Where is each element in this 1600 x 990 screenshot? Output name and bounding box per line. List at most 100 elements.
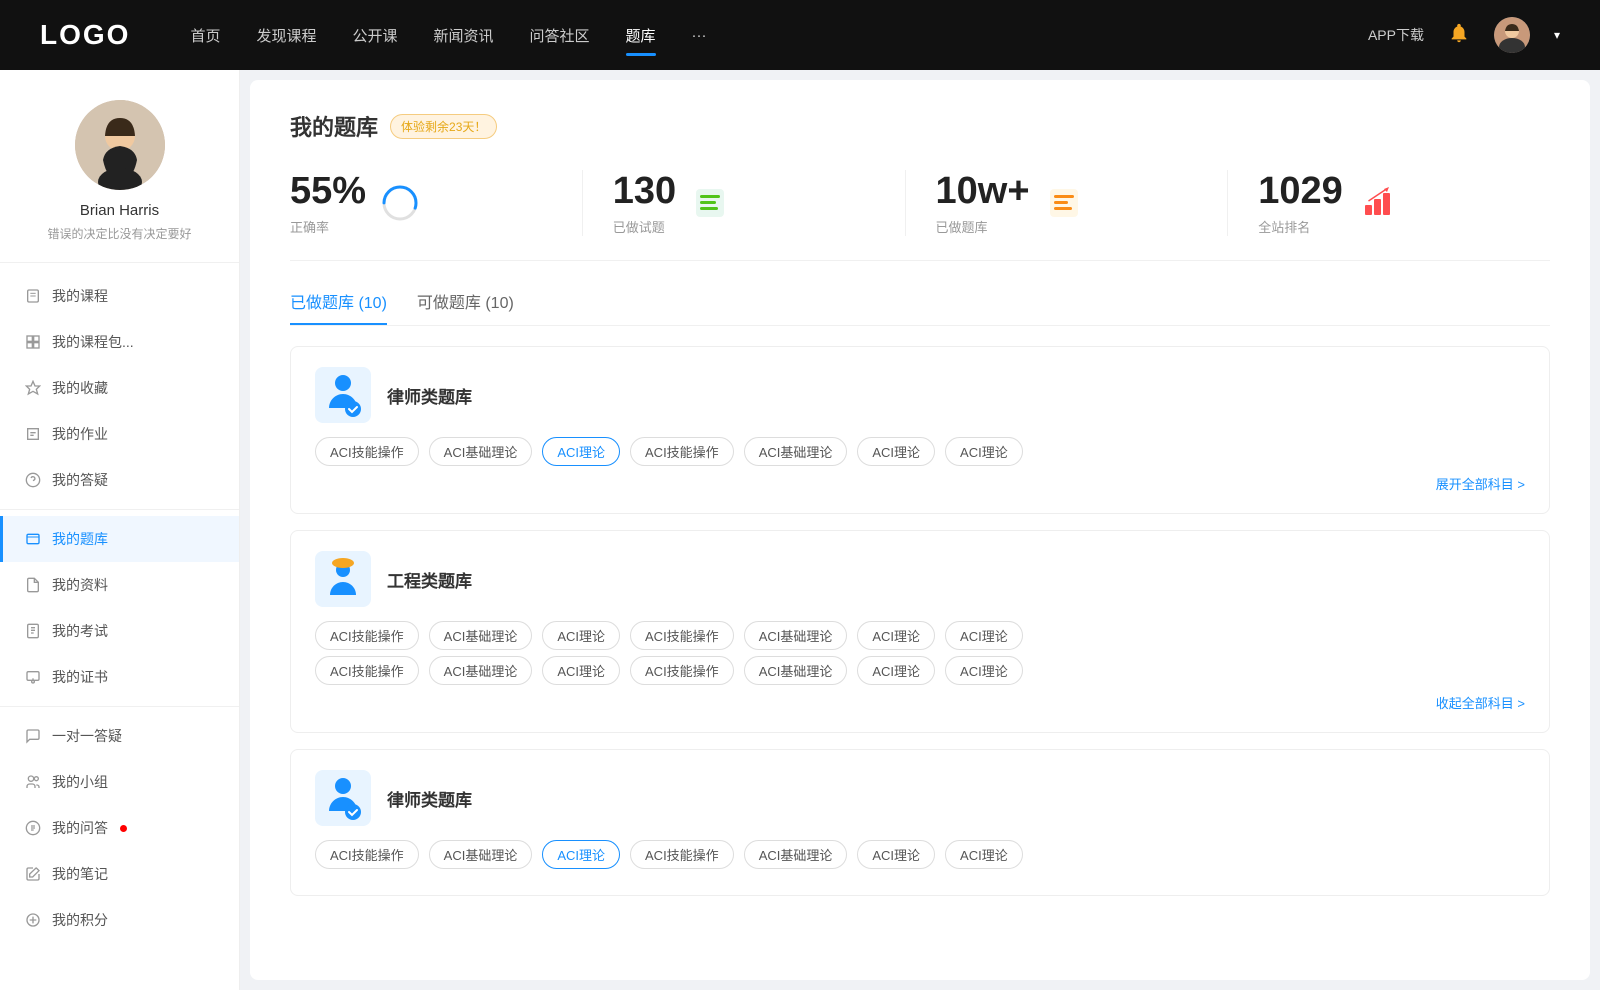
tag[interactable]: ACI理论 — [857, 437, 935, 466]
tag[interactable]: ACI理论 — [542, 656, 620, 685]
tag[interactable]: ACI技能操作 — [315, 656, 419, 685]
tag[interactable]: ACI理论 — [542, 621, 620, 650]
nav-news[interactable]: 新闻资讯 — [434, 21, 494, 50]
bank-card-engineer: 工程类题库 ACI技能操作 ACI基础理论 ACI理论 ACI技能操作 ACI基… — [290, 530, 1550, 733]
bank-tags-engineer-row2: ACI技能操作 ACI基础理论 ACI理论 ACI技能操作 ACI基础理论 AC… — [315, 656, 1525, 685]
menu-bank[interactable]: 我的题库 — [0, 516, 239, 562]
tag[interactable]: ACI理论 — [857, 621, 935, 650]
menu-favorites-label: 我的收藏 — [52, 378, 108, 398]
menu-materials[interactable]: 我的资料 — [0, 562, 239, 608]
stats-row: 55% 正确率 130 已做试题 — [290, 170, 1550, 261]
ranking-icon — [1357, 183, 1397, 223]
cert-icon — [24, 668, 42, 686]
tag[interactable]: ACI技能操作 — [315, 621, 419, 650]
tag-active[interactable]: ACI理论 — [542, 437, 620, 466]
menu-divider-2 — [0, 706, 239, 707]
tag[interactable]: ACI技能操作 — [630, 656, 734, 685]
tab-done[interactable]: 已做题库 (10) — [290, 289, 387, 325]
menu-package[interactable]: 我的课程包... — [0, 319, 239, 365]
menu-one-on-one[interactable]: 一对一答疑 — [0, 713, 239, 759]
banks-icon — [1044, 183, 1084, 223]
page-title: 我的题库 — [290, 110, 378, 142]
package-icon — [24, 333, 42, 351]
menu-notes-label: 我的笔记 — [52, 864, 108, 884]
notification-bell[interactable] — [1448, 22, 1470, 49]
tag[interactable]: ACI基础理论 — [744, 840, 848, 869]
sidebar: Brian Harris 错误的决定比没有决定要好 我的课程 我的课程包... — [0, 70, 240, 990]
tag[interactable]: ACI基础理论 — [429, 840, 533, 869]
tag[interactable]: ACI基础理论 — [429, 621, 533, 650]
tag[interactable]: ACI理论 — [945, 437, 1023, 466]
star-icon — [24, 379, 42, 397]
logo: LOGO — [40, 19, 130, 51]
stat-banks: 10w+ 已做题库 — [906, 170, 1229, 236]
tag[interactable]: ACI基础理论 — [429, 437, 533, 466]
engineer-bank-icon — [315, 551, 371, 607]
menu-course[interactable]: 我的课程 — [0, 273, 239, 319]
tag-active[interactable]: ACI理论 — [542, 840, 620, 869]
menu-qa-mine[interactable]: 我的答疑 — [0, 457, 239, 503]
course-icon — [24, 287, 42, 305]
stat-questions-value: 130 已做试题 — [613, 170, 676, 236]
collapse-toggle-engineer[interactable]: 收起全部科目 > — [315, 693, 1525, 712]
menu-bank-label: 我的题库 — [52, 529, 108, 549]
menu-cert[interactable]: 我的证书 — [0, 654, 239, 700]
bank-tags-lawyer-1: ACI技能操作 ACI基础理论 ACI理论 ACI技能操作 ACI基础理论 AC… — [315, 437, 1525, 466]
menu-package-label: 我的课程包... — [52, 332, 134, 352]
profile-name: Brian Harris — [80, 202, 159, 219]
tab-available[interactable]: 可做题库 (10) — [417, 289, 514, 325]
stat-ranking: 1029 全站排名 — [1228, 170, 1550, 236]
menu-cert-label: 我的证书 — [52, 667, 108, 687]
nav-home[interactable]: 首页 — [190, 21, 220, 50]
bank-tags-lawyer-2: ACI技能操作 ACI基础理论 ACI理论 ACI技能操作 ACI基础理论 AC… — [315, 840, 1525, 869]
tag[interactable]: ACI基础理论 — [744, 621, 848, 650]
user-menu-chevron[interactable]: ▾ — [1554, 28, 1560, 42]
bank-card-lawyer-1-header: 律师类题库 — [315, 367, 1525, 423]
header-right: APP下载 ▾ — [1368, 17, 1560, 53]
menu-course-label: 我的课程 — [52, 286, 108, 306]
tag[interactable]: ACI理论 — [945, 656, 1023, 685]
menu-questions[interactable]: 我的问答 — [0, 805, 239, 851]
nav-qa[interactable]: 问答社区 — [530, 21, 590, 50]
menu-group[interactable]: 我的小组 — [0, 759, 239, 805]
tag[interactable]: ACI基础理论 — [744, 656, 848, 685]
lawyer-bank-icon-1 — [315, 367, 371, 423]
stat-accuracy: 55% 正确率 — [290, 170, 583, 236]
tag[interactable]: ACI理论 — [945, 621, 1023, 650]
tabs-row: 已做题库 (10) 可做题库 (10) — [290, 289, 1550, 326]
nav-bank[interactable]: 题库 — [626, 21, 656, 50]
menu-notes[interactable]: 我的笔记 — [0, 851, 239, 897]
note-icon — [24, 865, 42, 883]
menu-points[interactable]: 我的积分 — [0, 897, 239, 943]
menu-homework[interactable]: 我的作业 — [0, 411, 239, 457]
question-icon — [24, 471, 42, 489]
menu-exam[interactable]: 我的考试 — [0, 608, 239, 654]
menu-divider-1 — [0, 509, 239, 510]
nav-more[interactable]: ··· — [692, 23, 707, 48]
tag[interactable]: ACI技能操作 — [630, 621, 734, 650]
expand-toggle-lawyer-1[interactable]: 展开全部科目 > — [315, 474, 1525, 493]
menu-group-label: 我的小组 — [52, 772, 108, 792]
tag[interactable]: ACI技能操作 — [630, 840, 734, 869]
tag[interactable]: ACI理论 — [857, 840, 935, 869]
tag[interactable]: ACI技能操作 — [315, 840, 419, 869]
tag[interactable]: ACI基础理论 — [744, 437, 848, 466]
tag[interactable]: ACI技能操作 — [630, 437, 734, 466]
menu-qa-mine-label: 我的答疑 — [52, 470, 108, 490]
tag[interactable]: ACI基础理论 — [429, 656, 533, 685]
app-download-button[interactable]: APP下载 — [1368, 25, 1424, 45]
tag[interactable]: ACI理论 — [857, 656, 935, 685]
tag[interactable]: ACI技能操作 — [315, 437, 419, 466]
bank-card-lawyer-2-header: 律师类题库 — [315, 770, 1525, 826]
main-nav: 首页 发现课程 公开课 新闻资讯 问答社区 题库 ··· — [190, 21, 1368, 50]
main-header: LOGO 首页 发现课程 公开课 新闻资讯 问答社区 题库 ··· APP下载 … — [0, 0, 1600, 70]
nav-open-course[interactable]: 公开课 — [352, 21, 397, 50]
menu-favorites[interactable]: 我的收藏 — [0, 365, 239, 411]
tag[interactable]: ACI理论 — [945, 840, 1023, 869]
menu-materials-label: 我的资料 — [52, 575, 108, 595]
stat-questions: 130 已做试题 — [583, 170, 906, 236]
file-icon — [24, 576, 42, 594]
user-avatar[interactable] — [1494, 17, 1530, 53]
bank-name-lawyer-2: 律师类题库 — [387, 786, 472, 811]
nav-discover[interactable]: 发现课程 — [256, 21, 316, 50]
